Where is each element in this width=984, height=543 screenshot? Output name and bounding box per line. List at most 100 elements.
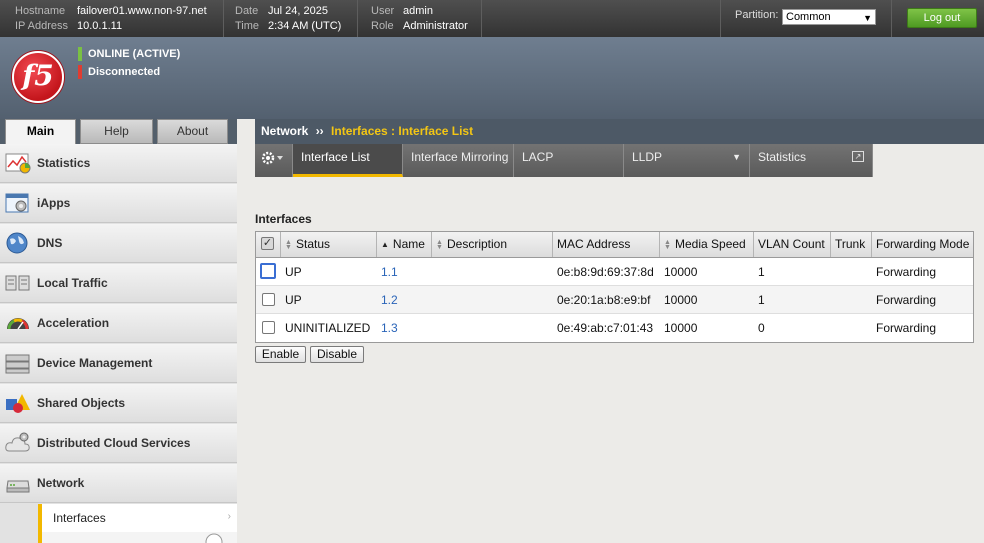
partition-select[interactable]: Common ▼: [782, 9, 876, 25]
online-status-text: ONLINE (ACTIVE): [88, 48, 181, 60]
breadcrumb-current: Interfaces : Interface List: [331, 124, 474, 138]
online-indicator-icon: [78, 47, 82, 61]
select-all-checkbox[interactable]: ✓: [261, 237, 274, 250]
description-cell: [432, 258, 436, 286]
tab-lldp[interactable]: LLDP ▼: [624, 144, 750, 177]
sidebar-item-label: Acceleration: [37, 316, 110, 330]
divider: [891, 0, 892, 37]
sidebar-item-device-management[interactable]: Device Management: [0, 344, 237, 383]
shapes-icon: [6, 394, 30, 413]
interface-name-link[interactable]: 1.2: [377, 286, 398, 314]
sync-status[interactable]: Disconnected: [78, 65, 160, 79]
row-checkbox[interactable]: [260, 263, 276, 279]
trunk-cell: [831, 314, 835, 342]
row-checkbox[interactable]: [262, 293, 275, 306]
divider: [357, 0, 358, 37]
column-name[interactable]: ▲ Name: [377, 232, 432, 257]
online-status[interactable]: ONLINE (ACTIVE): [78, 47, 180, 61]
sidebar-subitem-next[interactable]: [38, 532, 237, 543]
tab-main[interactable]: Main: [5, 119, 76, 144]
divider: [481, 0, 482, 37]
column-mac-address[interactable]: MAC Address: [553, 232, 660, 257]
date-label: Date: [235, 5, 259, 17]
divider: [223, 0, 224, 37]
role-label: Role: [371, 20, 394, 32]
network-device-icon: [6, 480, 30, 493]
speed-cell: 10000: [664, 265, 698, 279]
vlan-count-cell: 0: [758, 321, 765, 335]
role-value: Administrator: [403, 20, 468, 32]
sidebar-item-distributed-cloud-services[interactable]: Distributed Cloud Services: [0, 424, 237, 463]
column-vlan-count[interactable]: VLAN Count: [754, 232, 831, 257]
sidebar-item-shared-objects[interactable]: Shared Objects: [0, 384, 237, 423]
column-status[interactable]: ▲ ▼ Status: [281, 232, 377, 257]
tab-options-menu[interactable]: [255, 144, 293, 177]
vlan-count-cell: 1: [758, 265, 765, 279]
select-all-cell: ✓: [256, 232, 281, 257]
tab-help[interactable]: Help: [80, 119, 153, 144]
sort-icon: ▲ ▼: [664, 238, 671, 251]
status-cell: UNINITIALIZED: [285, 321, 371, 335]
tab-lacp[interactable]: LACP: [514, 144, 624, 177]
partition-label: Partition:: [735, 9, 779, 21]
sidebar-item-iapps[interactable]: iApps: [0, 184, 237, 223]
chevron-down-icon: ▼: [863, 13, 872, 23]
f5-logo: f5: [12, 51, 64, 103]
date-value: Jul 24, 2025: [268, 5, 328, 17]
sidebar-subitem-label: Interfaces: [53, 511, 106, 525]
forwarding-mode-cell: Forwarding: [876, 321, 937, 335]
tab-interface-list[interactable]: Interface List: [293, 144, 403, 177]
sort-ascending-icon: ▲: [381, 240, 389, 250]
logout-button[interactable]: Log out: [907, 8, 977, 28]
mac-cell: 0e:b8:9d:69:37:8d: [557, 265, 654, 279]
column-forwarding-mode[interactable]: Forwarding Mode: [872, 232, 975, 257]
ip-value: 10.0.1.11: [77, 20, 123, 32]
hostname-label: Hostname: [15, 5, 66, 17]
trunk-cell: [831, 286, 835, 314]
ip-label: IP Address: [15, 20, 68, 32]
time-value: 2:34 AM (UTC): [268, 20, 342, 32]
sidebar-item-dns[interactable]: DNS: [0, 224, 237, 263]
column-media-speed[interactable]: ▲ ▼ Media Speed: [660, 232, 754, 257]
column-trunk[interactable]: Trunk: [831, 232, 872, 257]
external-link-icon: ↗: [852, 151, 864, 162]
sidebar-item-label: Statistics: [37, 156, 91, 170]
status-cell: UP: [285, 293, 302, 307]
forwarding-mode-cell: Forwarding: [876, 293, 937, 307]
sidebar-item-acceleration[interactable]: Acceleration: [0, 304, 237, 343]
enable-button[interactable]: Enable: [255, 346, 306, 363]
sidebar-subitem-interfaces[interactable]: Interfaces ›: [38, 504, 237, 532]
iapps-gear-window-icon: [5, 193, 29, 213]
interface-name-link[interactable]: 1.3: [377, 314, 398, 342]
sync-indicator-icon: [78, 65, 82, 79]
sidebar-item-network[interactable]: Network: [0, 464, 237, 503]
disable-button[interactable]: Disable: [310, 346, 364, 363]
datetime-info: Date Jul 24, 2025 Time 2:34 AM (UTC): [235, 4, 341, 34]
sort-icon: ▲ ▼: [436, 238, 443, 251]
interface-name-link[interactable]: 1.1: [377, 258, 398, 286]
sidebar-item-statistics[interactable]: Statistics: [0, 144, 237, 183]
mac-cell: 0e:20:1a:b8:e9:bf: [557, 293, 651, 307]
add-circle-icon: [205, 533, 223, 543]
tab-statistics[interactable]: Statistics ↗: [750, 144, 873, 177]
table-row: UNINITIALIZED 1.3 0e:49:ab:c7:01:43 1000…: [256, 314, 973, 342]
sort-icon: ▲ ▼: [285, 238, 292, 251]
sidebar-item-label: Shared Objects: [37, 396, 126, 410]
breadcrumb-section[interactable]: Network: [261, 124, 308, 138]
partition-value: Common: [786, 11, 831, 23]
tab-interface-mirroring[interactable]: Interface Mirroring: [403, 144, 514, 177]
table-row: UP 1.1 0e:b8:9d:69:37:8d 10000 1 Forward…: [256, 258, 973, 286]
user-value: admin: [403, 5, 433, 17]
description-cell: [432, 314, 436, 342]
user-label: User: [371, 5, 395, 17]
trunk-cell: [831, 258, 835, 286]
tab-about[interactable]: About: [157, 119, 228, 144]
cloud-gear-icon: [5, 432, 30, 452]
row-checkbox[interactable]: [262, 321, 275, 334]
column-description[interactable]: ▲ ▼ Description: [432, 232, 553, 257]
main-tabs: Main Help About: [0, 119, 237, 144]
speedometer-icon: [7, 318, 29, 330]
sidebar-item-label: Network: [37, 476, 85, 490]
sidebar-item-local-traffic[interactable]: Local Traffic: [0, 264, 237, 303]
sidebar-item-label: iApps: [37, 196, 71, 210]
